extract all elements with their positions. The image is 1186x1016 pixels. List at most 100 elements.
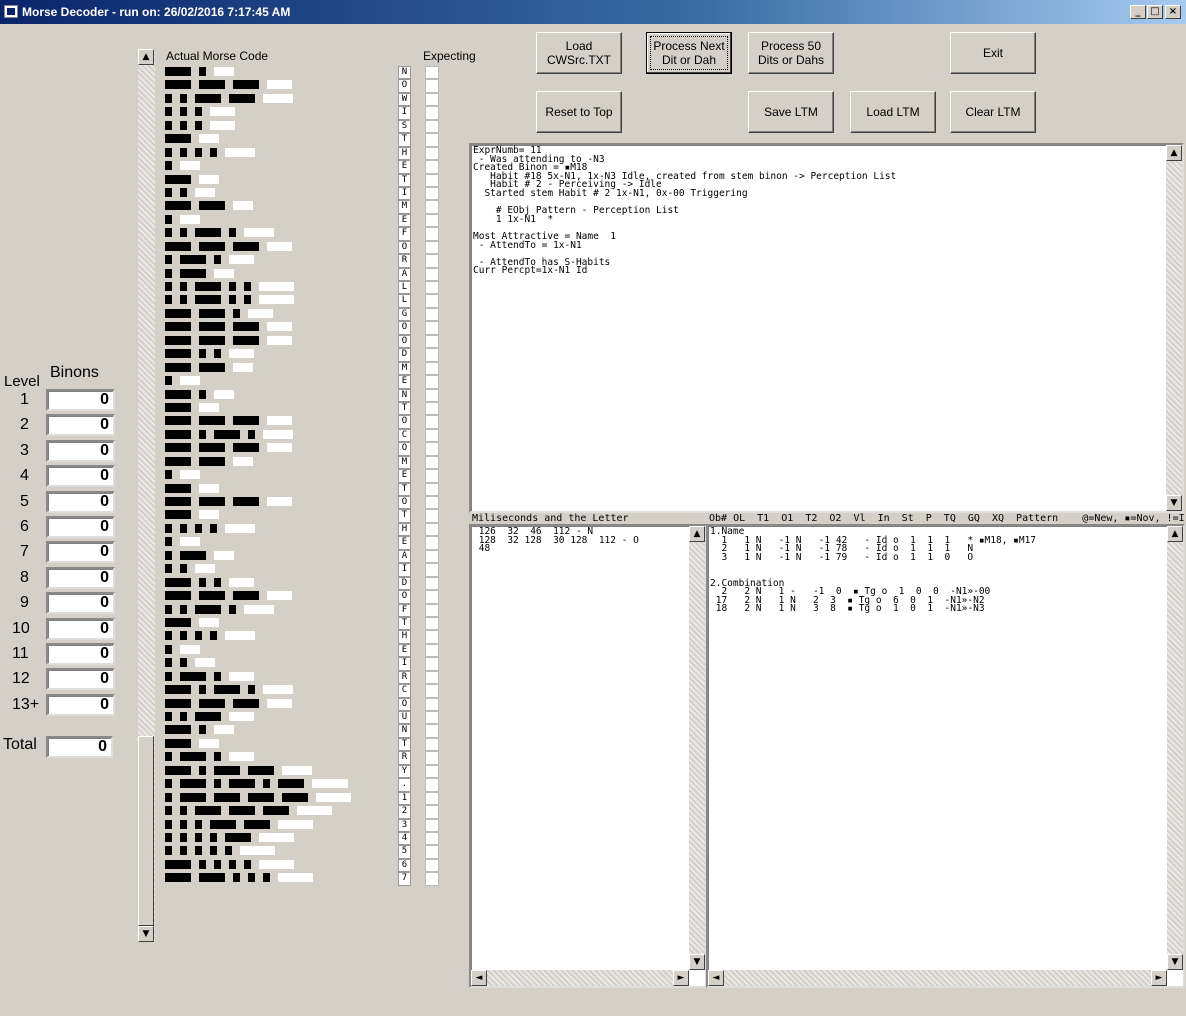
object-vscrollbar[interactable]: ▲ ▼: [1167, 526, 1183, 970]
dit-mark: [165, 470, 172, 480]
scroll-down-icon[interactable]: ▼: [1166, 495, 1182, 511]
dit-mark: [180, 832, 187, 842]
expecting-cell: [425, 213, 439, 228]
level-binon-count[interactable]: 0: [46, 668, 115, 691]
object-panel[interactable]: 1.Name 1 1 N -1 N -1 42 - Id o 1 1 1 * ▪…: [706, 524, 1185, 988]
dit-mark: [210, 523, 217, 533]
close-button[interactable]: ×: [1165, 5, 1181, 19]
dah-mark: [195, 712, 221, 721]
gap-mark: [214, 389, 234, 399]
gap-mark: [282, 765, 312, 775]
letter-cell: E: [398, 160, 411, 174]
letter-cell: H: [398, 630, 411, 644]
letter-cell: D: [398, 576, 411, 591]
load-button[interactable]: Load CWSrc.TXT: [536, 32, 622, 74]
dah-mark: [165, 241, 191, 251]
level-binon-count[interactable]: 0: [46, 439, 115, 462]
morse-row: [165, 106, 395, 119]
dah-mark: [180, 550, 206, 560]
dah-mark: [248, 765, 274, 775]
dit-mark: [229, 228, 236, 238]
scroll-left-icon[interactable]: ◄: [471, 970, 487, 986]
letter-cell: M: [398, 455, 411, 470]
dah-mark: [199, 698, 225, 708]
dit-mark: [165, 564, 172, 574]
level-binon-count[interactable]: 0: [46, 414, 115, 437]
level-binon-count[interactable]: 0: [46, 516, 115, 538]
scroll-left-icon[interactable]: ◄: [708, 970, 724, 986]
level-binon-count[interactable]: 0: [46, 389, 115, 411]
expecting-cell: [425, 724, 439, 738]
binons-label: Binons: [50, 364, 99, 381]
dah-mark: [233, 335, 259, 345]
reset-button[interactable]: Reset to Top: [536, 91, 622, 133]
expecting-cell: [425, 160, 439, 174]
morse-row: [165, 845, 395, 858]
level-binon-count[interactable]: 0: [46, 566, 115, 589]
log-scrollbar[interactable]: ▲ ▼: [1166, 145, 1182, 511]
log-panel[interactable]: ExprNumb= 11 - Was attending to -N3 Crea…: [469, 143, 1184, 513]
expecting-cell: [425, 334, 439, 349]
dah-mark: [233, 698, 259, 708]
level-binon-count[interactable]: 0: [46, 541, 115, 564]
scroll-thumb[interactable]: [138, 736, 154, 926]
level-binon-count[interactable]: 0: [46, 490, 115, 513]
scroll-up-icon[interactable]: ▲: [1166, 145, 1182, 161]
letter-cell: N: [398, 66, 411, 80]
morse-scrollbar[interactable]: ▲ ▼: [138, 49, 155, 942]
level-binon-count[interactable]: 0: [46, 693, 115, 716]
morse-row: [165, 724, 395, 737]
scroll-right-icon[interactable]: ►: [1151, 970, 1167, 986]
clear-ltm-button[interactable]: Clear LTM: [950, 91, 1036, 133]
process-50-button[interactable]: Process 50 Dits or Dahs: [748, 32, 834, 74]
morse-row: [165, 66, 395, 79]
dit-mark: [214, 349, 221, 359]
level-number: 8: [20, 568, 29, 586]
expecting-cell: [425, 240, 439, 255]
dah-mark: [165, 174, 191, 184]
expecting-cell: [425, 845, 439, 859]
gap-mark: [263, 685, 293, 695]
scroll-down-icon[interactable]: ▼: [138, 926, 154, 942]
process-next-button[interactable]: Process Next Dit or Dah: [646, 32, 732, 74]
scroll-up-icon[interactable]: ▲: [138, 49, 154, 65]
ms-hscrollbar[interactable]: ◄ ►: [471, 970, 689, 986]
letter-cell: C: [398, 428, 411, 443]
level-binon-count[interactable]: 0: [46, 617, 115, 640]
expecting-cell: [425, 831, 439, 846]
scroll-right-icon[interactable]: ►: [673, 970, 689, 986]
expecting-cell: [425, 684, 439, 698]
morse-row: [165, 321, 395, 334]
dit-mark: [214, 577, 221, 587]
gap-mark: [229, 752, 254, 762]
scroll-down-icon[interactable]: ▼: [1167, 954, 1183, 970]
letter-cell: E: [398, 469, 411, 483]
dah-mark: [180, 255, 206, 265]
letter-cell: 2: [398, 805, 411, 819]
expecting-cell: [425, 737, 439, 752]
maximize-button[interactable]: □: [1147, 5, 1163, 19]
load-ltm-button[interactable]: Load LTM: [850, 91, 936, 133]
level-binon-count[interactable]: 0: [46, 465, 115, 488]
morse-row: [165, 268, 395, 281]
scroll-up-icon[interactable]: ▲: [689, 526, 705, 542]
scroll-down-icon[interactable]: ▼: [689, 954, 705, 970]
letter-cell: Y: [398, 764, 411, 779]
letter-cell: N: [398, 388, 411, 402]
object-hscrollbar[interactable]: ◄ ►: [708, 970, 1167, 986]
total-value[interactable]: 0: [46, 736, 113, 758]
minimize-button[interactable]: _: [1130, 5, 1146, 19]
ms-vscrollbar[interactable]: ▲ ▼: [689, 526, 705, 970]
ms-panel[interactable]: 126 32 46 112 - N 128 32 128 30 128 112 …: [469, 524, 707, 988]
exit-button[interactable]: Exit: [950, 32, 1036, 74]
save-ltm-button[interactable]: Save LTM: [748, 91, 834, 133]
scroll-up-icon[interactable]: ▲: [1167, 526, 1183, 542]
dah-mark: [199, 416, 225, 426]
dah-mark: [180, 752, 206, 762]
dit-mark: [244, 282, 251, 291]
level-binon-count[interactable]: 0: [46, 592, 115, 615]
gap-mark: [199, 402, 219, 412]
letter-cell: E: [398, 375, 411, 389]
level-binon-count[interactable]: 0: [46, 643, 115, 665]
gap-mark: [259, 832, 294, 842]
